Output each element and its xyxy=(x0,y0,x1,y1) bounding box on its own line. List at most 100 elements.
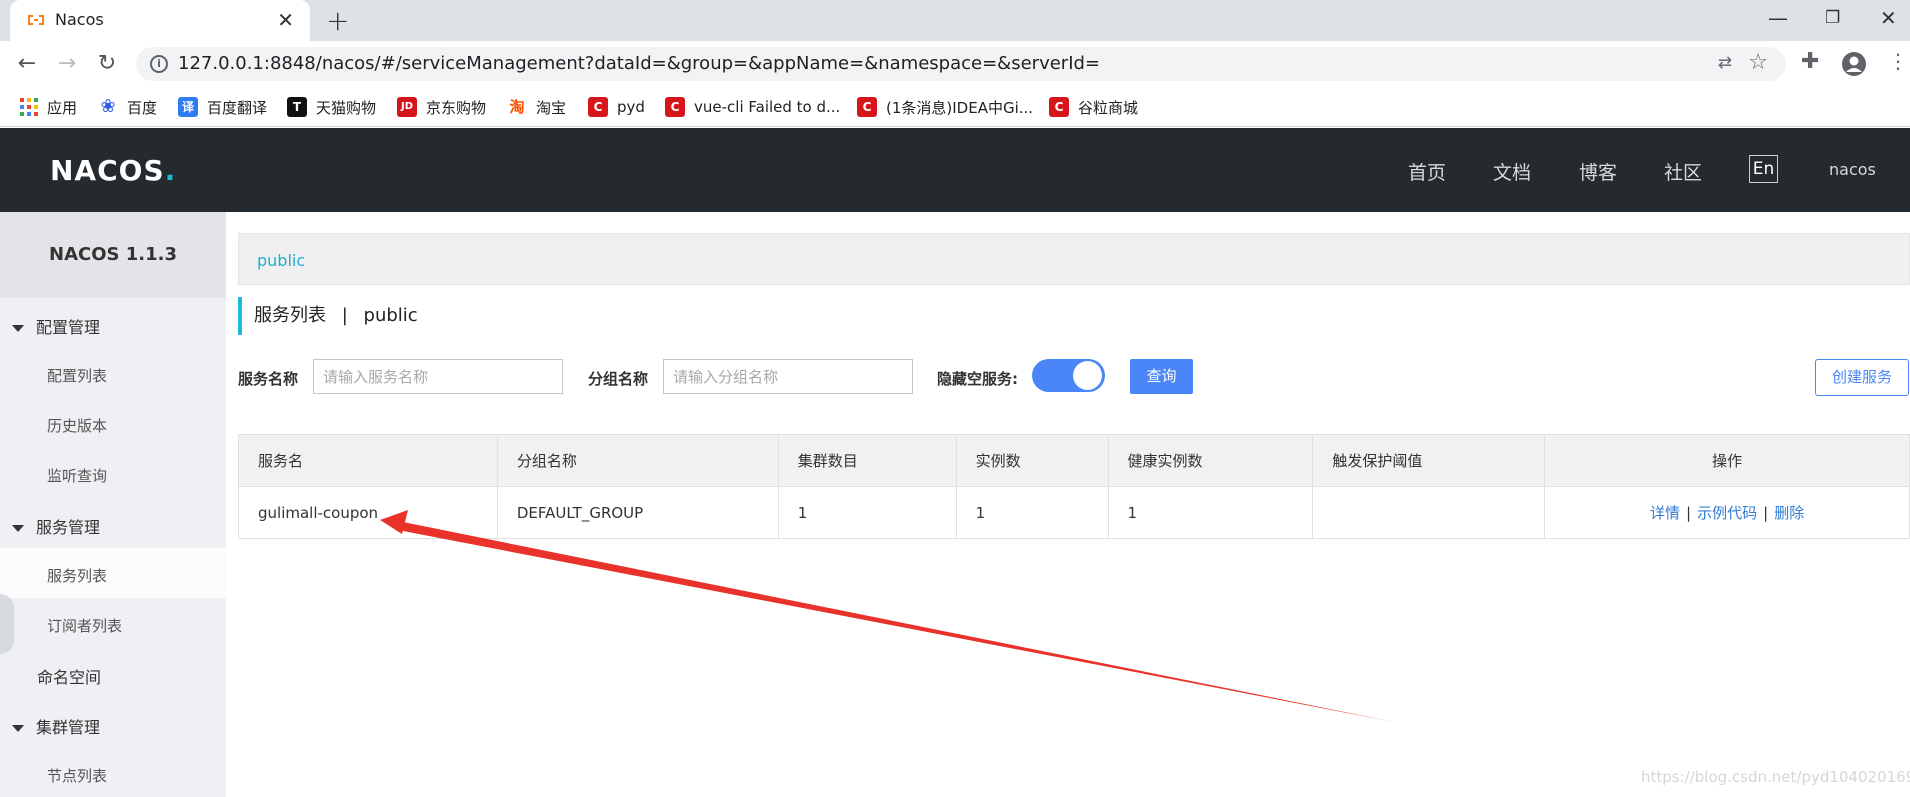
new-tab-icon[interactable]: + xyxy=(326,4,349,37)
cell-protect-threshold xyxy=(1312,486,1546,539)
service-table: 服务名 分组名称 集群数目 实例数 健康实例数 触发保护阈值 操作 gulima… xyxy=(238,434,1910,539)
bookmark-gulimall[interactable]: C 谷粒商城 xyxy=(1049,87,1138,127)
csdn-icon: C xyxy=(665,97,685,117)
sidebar-group-cluster[interactable]: 集群管理 xyxy=(12,714,100,738)
translate-icon[interactable]: ⇄ xyxy=(1718,53,1732,73)
sidebar-item-service-list[interactable]: 服务列表 xyxy=(47,565,107,586)
cell-healthy-instances: 1 xyxy=(1107,486,1314,539)
caret-down-icon xyxy=(12,725,24,732)
close-tab-icon[interactable]: ✕ xyxy=(277,8,294,32)
nav-blog[interactable]: 博客 xyxy=(1579,158,1617,185)
bookmark-label: 应用 xyxy=(47,98,78,117)
bookmark-label: 天猫购物 xyxy=(316,98,377,117)
sidebar: NACOS 1.1.3 配置管理 配置列表 历史版本 监听查询 服务管理 服务列… xyxy=(0,212,226,797)
bookmark-apps[interactable]: 应用 xyxy=(20,87,77,127)
bookmark-baidu[interactable]: ❀ 百度 xyxy=(98,87,157,127)
hide-empty-label: 隐藏空服务: xyxy=(937,370,1018,388)
delete-link[interactable]: 删除 xyxy=(1774,504,1804,522)
restore-icon[interactable]: ❐ xyxy=(1825,8,1840,28)
language-switch-button[interactable]: En xyxy=(1749,155,1778,183)
query-button[interactable]: 查询 xyxy=(1130,359,1193,394)
browser-tab-title: Nacos xyxy=(55,10,104,29)
sidebar-item-subscribers[interactable]: 订阅者列表 xyxy=(47,615,122,636)
column-header: 分组名称 xyxy=(496,434,779,487)
sidebar-item-config-list[interactable]: 配置列表 xyxy=(47,365,107,386)
cell-service-name: gulimall-coupon xyxy=(238,486,498,539)
column-header: 操作 xyxy=(1544,434,1910,487)
group-name-label: 分组名称 xyxy=(588,370,649,388)
minimize-icon[interactable]: — xyxy=(1768,6,1788,30)
cell-clusters: 1 xyxy=(777,486,957,539)
column-header: 服务名 xyxy=(238,434,498,487)
bookmark-label: (1条消息)IDEA中Gi... xyxy=(886,98,1034,117)
nav-home[interactable]: 首页 xyxy=(1408,158,1446,185)
reload-icon[interactable]: ↻ xyxy=(92,49,122,79)
sidebar-item-history[interactable]: 历史版本 xyxy=(47,415,107,436)
bookmark-idea-git[interactable]: C (1条消息)IDEA中Gi... xyxy=(857,87,1033,127)
sidebar-group-label: 服务管理 xyxy=(36,518,101,537)
sidebar-item-listener-query[interactable]: 监听查询 xyxy=(47,465,107,486)
create-service-button[interactable]: 创建服务 xyxy=(1815,359,1909,396)
bookmark-label: vue-cli Failed to d... xyxy=(694,98,841,116)
namespace-tab-public[interactable]: public xyxy=(257,251,305,270)
bookmark-jd[interactable]: JD 京东购物 xyxy=(397,87,486,127)
caret-down-icon xyxy=(12,325,24,332)
service-name-input[interactable] xyxy=(313,359,563,394)
browser-tab-strip: Nacos ✕ + — ❐ ✕ xyxy=(0,0,1910,41)
nacos-favicon-icon xyxy=(28,15,44,25)
address-url[interactable]: 127.0.0.1:8848/nacos/#/serviceManagement… xyxy=(178,53,1100,74)
back-icon[interactable]: ← xyxy=(12,49,42,79)
detail-link[interactable]: 详情 xyxy=(1650,504,1680,522)
sidebar-collapse-handle[interactable] xyxy=(0,594,14,654)
jd-icon: JD xyxy=(397,97,417,117)
group-name-input[interactable] xyxy=(663,359,913,394)
bookmark-label: 京东购物 xyxy=(426,98,487,117)
watermark: https://blog.csdn.net/pyd1040201698 xyxy=(1641,768,1910,786)
cell-actions: 详情 | 示例代码 | 删除 xyxy=(1544,486,1910,539)
sidebar-group-config[interactable]: 配置管理 xyxy=(12,314,100,338)
logo-text: NACOS xyxy=(50,154,165,187)
bookmark-pyd[interactable]: C pyd xyxy=(588,87,645,127)
sidebar-item-namespace[interactable]: 命名空间 xyxy=(37,664,101,688)
namespace-tabs: public xyxy=(238,233,1910,285)
bookmark-baidu-translate[interactable]: 译 百度翻译 xyxy=(178,87,267,127)
page-title: 服务列表 | public xyxy=(238,297,418,335)
window-close-icon[interactable]: ✕ xyxy=(1880,6,1897,30)
bookmark-taobao[interactable]: 淘 淘宝 xyxy=(507,87,566,127)
sidebar-group-label: 集群管理 xyxy=(36,718,101,737)
bookmark-label: 淘宝 xyxy=(536,98,567,117)
browser-navbar: ← → ↻ i 127.0.0.1:8848/nacos/#/serviceMa… xyxy=(0,41,1910,87)
user-name[interactable]: nacos xyxy=(1829,160,1876,179)
hide-empty-toggle[interactable] xyxy=(1032,359,1105,392)
extensions-icon[interactable]: ✚ xyxy=(1801,49,1819,74)
sidebar-item-node-list[interactable]: 节点列表 xyxy=(47,765,107,786)
sidebar-group-label: 配置管理 xyxy=(36,318,101,337)
bookmark-tmall[interactable]: T 天猫购物 xyxy=(287,87,376,127)
action-separator: | xyxy=(1686,504,1692,522)
column-header: 集群数目 xyxy=(777,434,957,487)
translate-icon: 译 xyxy=(178,97,198,117)
sidebar-group-service[interactable]: 服务管理 xyxy=(12,514,100,538)
page-title-text: 服务列表 xyxy=(254,305,326,326)
action-separator: | xyxy=(1763,504,1769,522)
bookmark-star-icon[interactable]: ☆ xyxy=(1748,50,1768,75)
taobao-icon: 淘 xyxy=(509,98,525,116)
forward-icon[interactable]: → xyxy=(52,49,82,79)
browser-tab[interactable]: Nacos ✕ xyxy=(10,0,310,41)
csdn-icon: C xyxy=(857,97,877,117)
sample-code-link[interactable]: 示例代码 xyxy=(1697,504,1757,522)
bookmark-label: 百度翻译 xyxy=(207,98,268,117)
page-title-separator: | xyxy=(341,305,348,326)
browser-menu-icon[interactable]: ⋮ xyxy=(1888,49,1908,73)
table-row: gulimall-coupon DEFAULT_GROUP 1 1 1 详情 | 示… xyxy=(238,486,1910,539)
bookmark-vue-cli[interactable]: C vue-cli Failed to d... xyxy=(665,87,840,127)
column-header: 健康实例数 xyxy=(1107,434,1314,487)
bookmark-label: 百度 xyxy=(127,98,158,117)
nacos-logo[interactable]: NACOS. xyxy=(50,154,176,187)
nav-community[interactable]: 社区 xyxy=(1664,158,1702,185)
nav-docs[interactable]: 文档 xyxy=(1493,158,1531,185)
address-bar[interactable]: i 127.0.0.1:8848/nacos/#/serviceManageme… xyxy=(136,47,1786,81)
profile-avatar-icon[interactable] xyxy=(1841,51,1867,77)
baidu-paw-icon: ❀ xyxy=(100,96,116,117)
site-info-icon[interactable]: i xyxy=(150,55,168,73)
